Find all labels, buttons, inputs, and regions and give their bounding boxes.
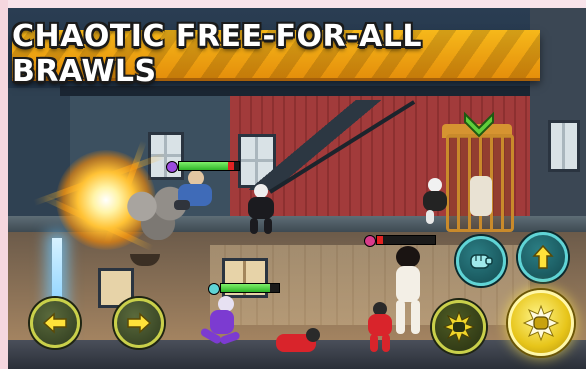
health-fill xyxy=(179,162,229,170)
team-marker xyxy=(208,283,220,295)
caged-character xyxy=(470,176,492,216)
banner-title: CHAOTIC FREE-FOR-ALL BRAWLS xyxy=(12,19,422,89)
character-knocked-down xyxy=(270,326,322,356)
move-right-button[interactable] xyxy=(114,298,164,348)
health-bar-enemy-left xyxy=(166,160,242,173)
arrow-up-icon xyxy=(532,244,554,269)
team-marker xyxy=(364,235,376,247)
health-fill xyxy=(221,284,270,292)
promo-banner: CHAOTIC FREE-FOR-ALL BRAWLS xyxy=(12,19,540,89)
health-fill xyxy=(377,236,383,244)
character-player xyxy=(196,296,244,352)
chevron-down-icon xyxy=(464,111,494,138)
health-damage xyxy=(228,162,234,170)
health-bar-player xyxy=(208,282,280,295)
character-enemy-mime xyxy=(420,178,450,224)
team-marker xyxy=(166,161,178,173)
health-bar-track xyxy=(220,283,280,293)
character-enemy-suited xyxy=(244,184,278,234)
jump-button[interactable] xyxy=(518,232,568,282)
screenshot-frame xyxy=(0,0,8,369)
character-disco xyxy=(390,246,426,336)
arrow-left-icon xyxy=(42,312,67,334)
punch-button[interactable] xyxy=(508,290,574,356)
health-bar-track xyxy=(178,161,240,171)
staircase xyxy=(240,100,390,190)
game-scene: CHAOTIC FREE-FOR-ALL BRAWLS xyxy=(0,0,586,369)
health-bar-enemy-right xyxy=(364,234,436,247)
special-attack-button[interactable] xyxy=(432,300,486,354)
punch-icon xyxy=(522,304,560,342)
window xyxy=(548,120,580,172)
grab-button[interactable] xyxy=(456,236,506,286)
character-enemy-brawler xyxy=(170,170,216,216)
burst-fist-icon xyxy=(443,311,475,343)
arrow-right-icon xyxy=(127,312,152,334)
health-bar-track xyxy=(376,235,436,245)
fist-icon xyxy=(470,254,493,269)
move-left-button[interactable] xyxy=(30,298,80,348)
